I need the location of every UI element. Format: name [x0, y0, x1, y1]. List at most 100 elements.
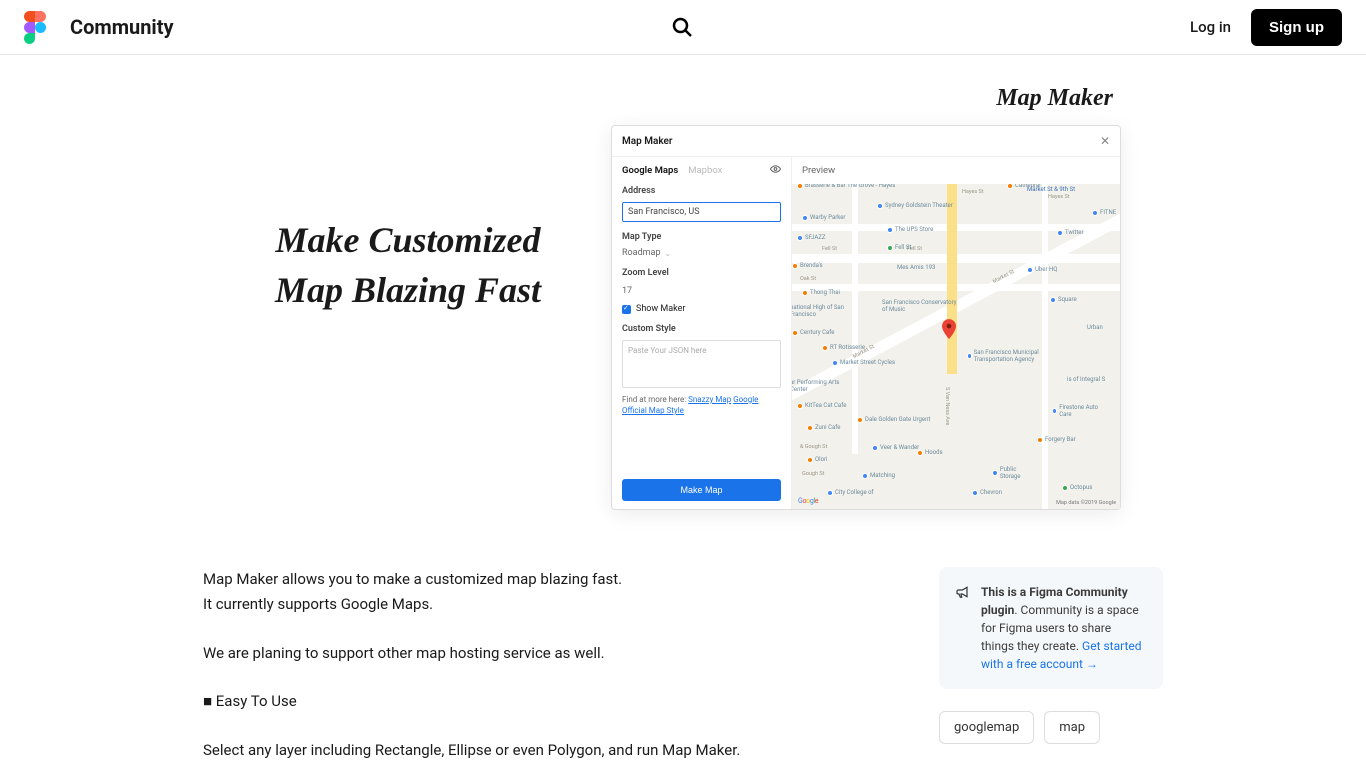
- make-map-button[interactable]: Make Map: [622, 479, 781, 501]
- map-poi: Fell St: [887, 244, 911, 251]
- map-preview: Hayes St Fell St Fell St Oak St Market S…: [792, 184, 1120, 509]
- map-poi: ar Performing Arts Center: [792, 379, 850, 393]
- map-poi: FITNE: [1092, 209, 1116, 216]
- desc-line: We are planing to support other map host…: [203, 641, 909, 666]
- map-poi: national High of San Francisco: [792, 304, 860, 318]
- map-pin-icon: [942, 319, 956, 339]
- map-poi: Market St & 9th St: [1027, 186, 1075, 193]
- megaphone-icon: [955, 584, 971, 600]
- zoom-label: Zoom Level: [622, 268, 781, 278]
- map-poi: Market Street Cycles: [832, 359, 895, 366]
- plugin-header: Map Maker ✕: [612, 126, 1120, 157]
- sidebar: This is a Figma Community plugin. Commun…: [939, 567, 1163, 744]
- map-poi: Olori: [807, 456, 828, 463]
- desc-line: ■ Easy To Use: [203, 689, 909, 714]
- map-street-label: Oak St: [800, 276, 816, 282]
- map-poi: Octopus: [1062, 484, 1092, 491]
- map-road: [1042, 184, 1048, 509]
- header-right: Log in Sign up: [1190, 9, 1342, 46]
- map-poi: Uber HQ: [1027, 266, 1057, 273]
- map-poi: Thong Thai: [802, 289, 840, 296]
- map-poi: KitTea Cat Cafe: [797, 402, 846, 409]
- map-poi: Zuni Cafe: [807, 424, 840, 431]
- map-street-label: Gough St: [802, 471, 824, 477]
- hero-banner: Map Maker Make Customized Map Blazing Fa…: [203, 55, 1163, 535]
- map-poi: RT Rotisserie: [822, 344, 865, 351]
- map-poi: City College of: [827, 489, 874, 496]
- map-poi: Matching: [862, 472, 895, 479]
- maptype-select[interactable]: Roadmap: [622, 248, 781, 258]
- map-poi: Forgery Bar: [1037, 436, 1076, 443]
- header: Community Log in Sign up: [0, 0, 1366, 55]
- tab-mapbox[interactable]: Mapbox: [688, 165, 722, 176]
- map-poi: Dale Golden Gate Urgent: [857, 416, 930, 423]
- content: Map Maker Make Customized Map Blazing Fa…: [203, 55, 1163, 763]
- map-poi: Public Storage: [992, 466, 1037, 480]
- tag-googlemap[interactable]: googlemap: [939, 711, 1034, 744]
- search-icon[interactable]: [670, 15, 694, 39]
- map-street-label: Hayes St: [962, 189, 984, 195]
- plugin-title: Map Maker: [622, 136, 673, 147]
- map-poi: The UPS Store: [887, 226, 933, 233]
- close-icon[interactable]: ✕: [1100, 134, 1110, 148]
- hero-tagline: Make Customized Map Blazing Fast: [243, 215, 573, 316]
- map-road: [852, 184, 858, 454]
- plugin-tabs: Google Maps Mapbox: [622, 165, 781, 176]
- map-poi: Sydney Goldstein Theater: [877, 202, 953, 209]
- plugin-preview: Preview Hayes St Fell St Fell St: [792, 157, 1120, 509]
- figma-logo[interactable]: [24, 11, 46, 44]
- preview-label: Preview: [792, 157, 1120, 184]
- plugin-window: Map Maker ✕ Google Maps Mapbox Address S…: [611, 125, 1121, 510]
- map-poi: Veer & Wander: [872, 444, 919, 451]
- desc-line: Select any layer including Rectangle, El…: [203, 738, 909, 763]
- map-poi: Mes Amis 193: [897, 264, 935, 271]
- map-street-label: S Van Ness Ave: [944, 387, 950, 425]
- map-poi: Brenda's: [792, 262, 823, 269]
- map-poi: SFJAZZ: [797, 234, 825, 241]
- find-more-text: Find at more here: Snazzy Map Google Off…: [622, 394, 781, 416]
- desc-line: Map Maker allows you to make a customize…: [203, 567, 909, 592]
- tags: googlemap map: [939, 711, 1163, 744]
- checkbox-icon: [622, 305, 631, 314]
- map-poi: Firestone Auto Care: [1052, 404, 1102, 418]
- map-poi: Twitter: [1057, 229, 1084, 236]
- address-label: Address: [622, 186, 781, 196]
- show-maker-label: Show Maker: [636, 304, 685, 314]
- signup-button[interactable]: Sign up: [1251, 9, 1342, 46]
- map-road-highlight: [947, 184, 957, 374]
- tag-map[interactable]: map: [1044, 711, 1100, 744]
- map-street-label: & Gough St: [800, 444, 827, 450]
- map-poi: Hoods: [917, 449, 943, 456]
- maptype-label: Map Type: [622, 232, 781, 242]
- address-input[interactable]: San Francisco, US: [622, 202, 781, 222]
- desc-line: It currently supports Google Maps.: [203, 592, 909, 617]
- hero-product-name: Map Maker: [996, 85, 1113, 112]
- tab-google-maps[interactable]: Google Maps: [622, 165, 678, 176]
- map-poi: San Francisco Municipal Transportation A…: [967, 349, 1057, 363]
- promo-text: This is a Figma Community plugin. Commun…: [981, 583, 1147, 673]
- header-mid: [174, 15, 1190, 39]
- map-poi: Chevron: [972, 489, 1002, 496]
- brand-title[interactable]: Community: [70, 15, 174, 39]
- show-maker-checkbox[interactable]: Show Maker: [622, 304, 781, 314]
- eye-icon[interactable]: [770, 165, 781, 176]
- map-poi: Century Cafe: [792, 329, 834, 336]
- description-row: Map Maker allows you to make a customize…: [203, 567, 1163, 763]
- custom-style-label: Custom Style: [622, 324, 781, 334]
- description: Map Maker allows you to make a customize…: [203, 567, 909, 763]
- plugin-form: Google Maps Mapbox Address San Francisco…: [612, 157, 792, 509]
- map-poi: Warby Parker: [802, 214, 845, 221]
- snazzy-map-link[interactable]: Snazzy Map: [688, 395, 731, 404]
- map-street-label: Fell St: [822, 246, 837, 252]
- map-copyright: Map data ©2019 Google: [1056, 500, 1116, 506]
- promo-box: This is a Figma Community plugin. Commun…: [939, 567, 1163, 689]
- login-link[interactable]: Log in: [1190, 18, 1231, 36]
- map-poi: Brasserie & Bar The Grove - Hayes: [797, 184, 895, 189]
- plugin-body: Google Maps Mapbox Address San Francisco…: [612, 157, 1120, 509]
- google-logo: Google: [798, 497, 818, 505]
- map-poi: Square: [1050, 296, 1077, 303]
- custom-style-textarea[interactable]: Paste Your JSON here: [622, 340, 781, 388]
- map-poi: is of Integral S: [1067, 376, 1105, 383]
- map-poi: Urban: [1087, 324, 1103, 331]
- zoom-value[interactable]: 17: [622, 284, 781, 298]
